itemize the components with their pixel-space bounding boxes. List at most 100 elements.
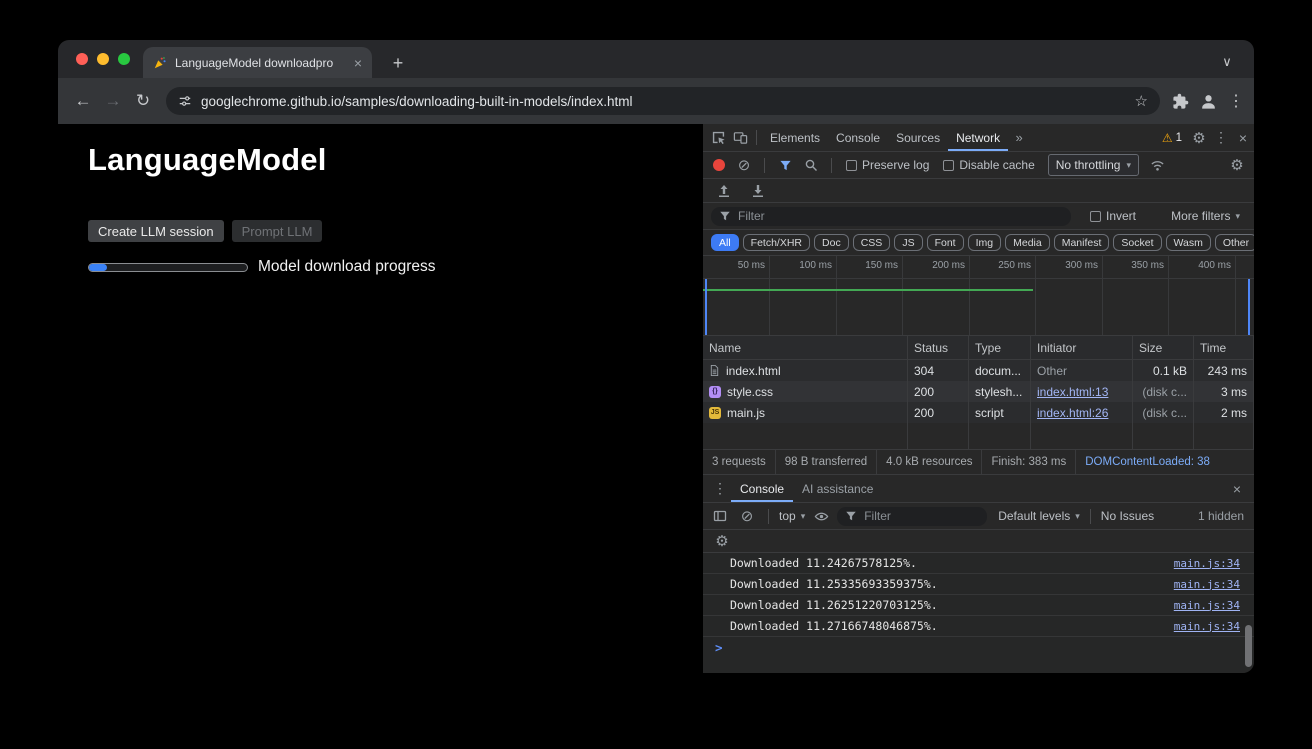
console-message: Downloaded 11.27166748046875%. main.js:3…	[703, 616, 1254, 637]
network-filter-box[interactable]	[711, 207, 1071, 226]
message-source-link[interactable]: main.js:34	[1174, 599, 1240, 612]
filter-toggle-icon[interactable]	[774, 155, 796, 175]
tab-strip: LanguageModel downloadpro × + ∨	[58, 40, 1254, 78]
column-header-time[interactable]: Time	[1194, 336, 1254, 360]
network-conditions-icon[interactable]	[1147, 155, 1169, 175]
message-source-link[interactable]: main.js:34	[1174, 557, 1240, 570]
device-toolbar-icon[interactable]	[729, 128, 751, 148]
throttling-select[interactable]: No throttling ▾	[1048, 154, 1139, 176]
zoom-window-button[interactable]	[118, 53, 130, 65]
log-levels-dropdown[interactable]: Default levels ▾	[998, 509, 1080, 523]
chip-socket[interactable]: Socket	[1113, 234, 1161, 251]
chip-media[interactable]: Media	[1005, 234, 1050, 251]
close-window-button[interactable]	[76, 53, 88, 65]
drawer-tab-ai-assistance[interactable]: AI assistance	[793, 475, 882, 502]
message-source-link[interactable]: main.js:34	[1174, 620, 1240, 633]
request-name-cell: JS main.js	[703, 402, 908, 423]
scrollbar-thumb[interactable]	[1245, 625, 1252, 667]
console-filter-input[interactable]	[864, 509, 979, 523]
drawer-close-icon[interactable]: ×	[1226, 479, 1248, 499]
site-info-icon[interactable]	[178, 94, 192, 108]
clear-console-icon[interactable]: ⊘	[736, 506, 758, 526]
chip-fetch-xhr[interactable]: Fetch/XHR	[743, 234, 810, 251]
column-header-status[interactable]: Status	[908, 336, 969, 360]
back-button[interactable]: ←	[68, 86, 98, 116]
prompt-llm-button[interactable]: Prompt LLM	[232, 220, 323, 242]
drawer-tab-console[interactable]: Console	[731, 475, 793, 502]
column-header-initiator[interactable]: Initiator	[1031, 336, 1133, 360]
drawer-menu-icon[interactable]: ⋮	[709, 479, 731, 499]
log-levels-value: Default levels	[998, 509, 1070, 523]
chip-img[interactable]: Img	[968, 234, 1002, 251]
live-expression-eye-icon[interactable]	[810, 506, 832, 526]
devtools-settings-gear-icon[interactable]: ⚙	[1188, 128, 1210, 148]
chip-doc[interactable]: Doc	[814, 234, 849, 251]
hidden-messages-count[interactable]: 1 hidden	[1198, 509, 1244, 523]
import-har-icon[interactable]	[713, 181, 735, 201]
column-header-size[interactable]: Size	[1133, 336, 1194, 360]
clear-network-log-icon[interactable]: ⊘	[733, 155, 755, 175]
tab-close-icon[interactable]: ×	[354, 56, 362, 70]
type-cell: stylesh...	[969, 381, 1031, 402]
chip-css[interactable]: CSS	[853, 234, 891, 251]
inspect-element-icon[interactable]	[707, 128, 729, 148]
issues-link[interactable]: No Issues	[1101, 509, 1154, 523]
tab-search-chevron-icon[interactable]: ∨	[1214, 49, 1240, 75]
chip-wasm[interactable]: Wasm	[1166, 234, 1211, 251]
more-filters-dropdown[interactable]: More filters ▾	[1171, 209, 1240, 223]
chip-font[interactable]: Font	[927, 234, 964, 251]
invert-checkbox[interactable]: Invert	[1090, 209, 1136, 223]
initiator-link[interactable]: index.html:26	[1037, 406, 1108, 420]
forward-button[interactable]: →	[98, 86, 128, 116]
more-panels-icon[interactable]: »	[1008, 128, 1030, 148]
extensions-icon[interactable]	[1172, 93, 1189, 110]
reload-button[interactable]: ↻	[128, 86, 158, 116]
forward-icon: →	[105, 91, 122, 111]
disable-cache-checkbox[interactable]: Disable cache	[943, 158, 1034, 172]
console-prompt[interactable]: >	[703, 637, 1254, 657]
tab-title: LanguageModel downloadpro	[175, 56, 346, 70]
browser-tab[interactable]: LanguageModel downloadpro ×	[143, 47, 372, 78]
chip-js[interactable]: JS	[894, 234, 922, 251]
devtools-close-icon[interactable]: ×	[1232, 128, 1254, 148]
network-filter-input[interactable]	[738, 209, 1063, 223]
chip-all[interactable]: All	[711, 234, 739, 251]
address-bar[interactable]: googlechrome.github.io/samples/downloadi…	[166, 87, 1160, 115]
profile-avatar-icon[interactable]	[1199, 92, 1218, 111]
record-network-log-icon[interactable]	[713, 159, 725, 171]
export-har-icon[interactable]	[747, 181, 769, 201]
chevron-down-icon: ▾	[1075, 511, 1080, 522]
tab-sources[interactable]: Sources	[888, 124, 948, 151]
search-icon[interactable]	[800, 155, 822, 175]
chip-manifest[interactable]: Manifest	[1054, 234, 1110, 251]
network-settings-gear-icon[interactable]: ⚙	[1226, 155, 1248, 175]
tab-network[interactable]: Network	[948, 124, 1008, 151]
bookmark-star-icon[interactable]: ☆	[1135, 92, 1148, 110]
page-buttons: Create LLM session Prompt LLM	[88, 220, 330, 242]
column-header-name[interactable]: Name	[703, 336, 908, 360]
network-overview-timeline[interactable]: 50 ms 100 ms 150 ms 200 ms 250 ms 300 ms…	[703, 256, 1254, 336]
divider	[768, 509, 769, 524]
javascript-context-select[interactable]: top ▾	[779, 509, 805, 523]
column-header-type[interactable]: Type	[969, 336, 1031, 360]
console-filter-box[interactable]	[837, 507, 987, 526]
model-progress-label: Model download progress	[258, 258, 436, 276]
console-settings-gear-icon[interactable]: ⚙	[711, 531, 733, 551]
console-sidebar-icon[interactable]	[709, 506, 731, 526]
new-tab-button[interactable]: +	[384, 49, 412, 77]
minimize-window-button[interactable]	[97, 53, 109, 65]
create-llm-session-button[interactable]: Create LLM session	[88, 220, 224, 242]
tab-console[interactable]: Console	[828, 124, 888, 151]
message-source-link[interactable]: main.js:34	[1174, 578, 1240, 591]
har-row	[703, 179, 1254, 203]
preserve-log-checkbox[interactable]: Preserve log	[846, 158, 929, 172]
load-event-line	[1248, 279, 1250, 335]
initiator-link[interactable]: index.html:13	[1037, 385, 1108, 399]
timeline-label: 250 ms	[971, 260, 1031, 271]
tab-elements[interactable]: Elements	[762, 124, 828, 151]
devtools-menu-icon[interactable]: ⋮	[1210, 128, 1232, 148]
browser-menu-icon[interactable]: ⋮	[1228, 91, 1244, 111]
issues-warning-badge[interactable]: ⚠ 1	[1162, 131, 1182, 145]
back-icon: ←	[75, 91, 92, 111]
chip-other[interactable]: Other	[1215, 234, 1254, 251]
